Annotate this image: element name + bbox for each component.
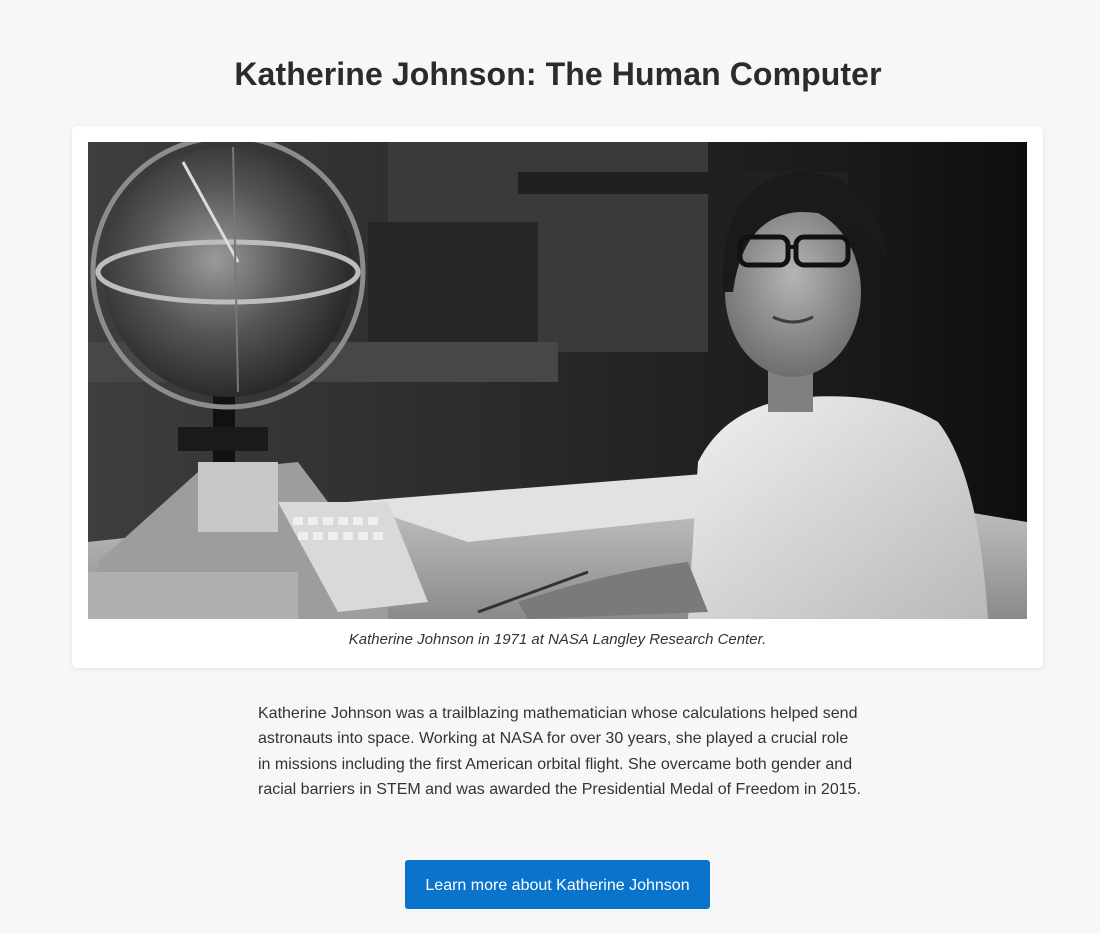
page: Katherine Johnson: The Human Computer Ka… — [0, 0, 1100, 934]
page-title: Katherine Johnson: The Human Computer — [234, 56, 882, 92]
photo-caption: Katherine Johnson in 1971 at NASA Langle… — [348, 631, 767, 648]
portrait-photo — [88, 142, 1027, 619]
bio-paragraph: Katherine Johnson was a trailblazing mat… — [258, 705, 861, 799]
learn-more-button[interactable]: Learn more about Katherine Johnson — [405, 860, 710, 909]
figure-card: Katherine Johnson in 1971 at NASA Langle… — [72, 126, 1043, 668]
